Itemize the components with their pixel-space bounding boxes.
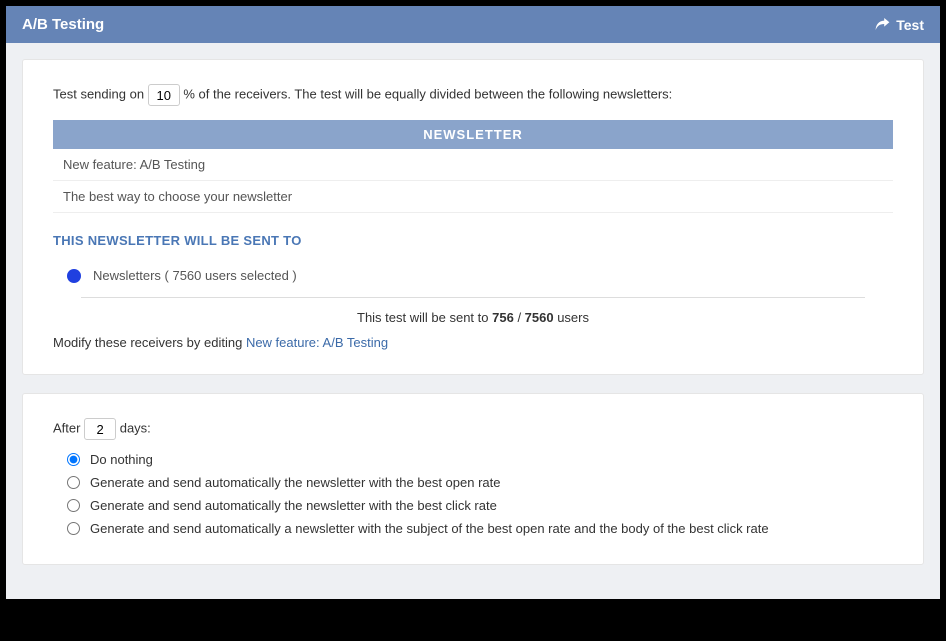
bullet-icon: [67, 269, 81, 283]
newsletter-cell: New feature: A/B Testing: [53, 149, 893, 181]
text-part: This test will be sent to: [357, 310, 492, 325]
option-best-click[interactable]: Generate and send automatically the news…: [67, 494, 893, 517]
newsletter-cell: The best way to choose your newsletter: [53, 181, 893, 213]
text-part: days:: [120, 420, 151, 435]
content-area: Test sending on % of the receivers. The …: [6, 43, 940, 599]
page-title: A/B Testing: [22, 16, 104, 33]
option-label[interactable]: Do nothing: [90, 452, 153, 467]
text-part: % of the receivers. The test will be equ…: [183, 86, 672, 101]
sent-count: 756: [492, 310, 514, 325]
option-label[interactable]: Generate and send automatically the news…: [90, 498, 497, 513]
edit-newsletter-link[interactable]: New feature: A/B Testing: [246, 335, 388, 350]
after-sentence: After days:: [53, 418, 893, 440]
newsletter-table: NEWSLETTER New feature: A/B Testing The …: [53, 120, 893, 213]
text-part: users: [554, 310, 589, 325]
page-header: A/B Testing Test: [6, 6, 940, 43]
divider: [81, 297, 865, 298]
option-best-open[interactable]: Generate and send automatically the news…: [67, 471, 893, 494]
receiver-item: Newsletters ( 7560 users selected ): [53, 260, 893, 297]
test-button[interactable]: Test: [875, 17, 924, 33]
option-label[interactable]: Generate and send automatically a newsle…: [90, 521, 769, 536]
text-part: /: [514, 310, 525, 325]
newsletter-col-header: NEWSLETTER: [53, 120, 893, 149]
radio-combined[interactable]: [67, 522, 80, 535]
table-row: The best way to choose your newsletter: [53, 181, 893, 213]
radio-best-open[interactable]: [67, 476, 80, 489]
option-label[interactable]: Generate and send automatically the news…: [90, 475, 500, 490]
percent-input[interactable]: [148, 84, 180, 106]
text-part: After: [53, 420, 80, 435]
receiver-label: Newsletters ( 7560 users selected ): [93, 268, 297, 283]
modify-receivers-line: Modify these receivers by editing New fe…: [53, 335, 893, 350]
total-count: 7560: [525, 310, 554, 325]
radio-best-click[interactable]: [67, 499, 80, 512]
test-button-label: Test: [896, 17, 924, 33]
receivers-heading: THIS NEWSLETTER WILL BE SENT TO: [53, 233, 893, 248]
test-summary: This test will be sent to 756 / 7560 use…: [53, 310, 893, 325]
text-part: Test sending on: [53, 86, 144, 101]
table-row: New feature: A/B Testing: [53, 149, 893, 181]
option-combined[interactable]: Generate and send automatically a newsle…: [67, 517, 893, 540]
after-days-panel: After days: Do nothing Generate and send…: [22, 393, 924, 565]
app-window: A/B Testing Test Test sending on % of th…: [6, 6, 940, 599]
radio-do-nothing[interactable]: [67, 453, 80, 466]
action-options: Do nothing Generate and send automatical…: [53, 448, 893, 540]
test-config-panel: Test sending on % of the receivers. The …: [22, 59, 924, 375]
days-input[interactable]: [84, 418, 116, 440]
share-icon: [875, 17, 890, 33]
option-do-nothing[interactable]: Do nothing: [67, 448, 893, 471]
test-sentence: Test sending on % of the receivers. The …: [53, 84, 893, 106]
text-part: Modify these receivers by editing: [53, 335, 246, 350]
